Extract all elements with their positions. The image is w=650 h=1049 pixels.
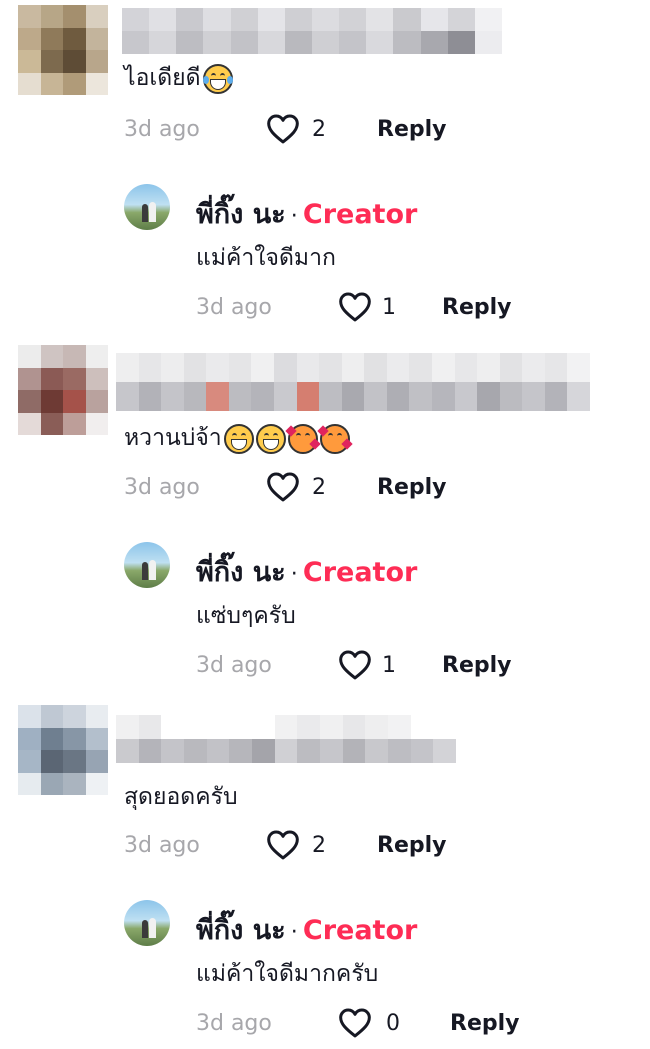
like-button[interactable]: 2 [266, 830, 336, 866]
like-count: 0 [386, 1011, 400, 1036]
separator-dot: · [290, 204, 298, 229]
reply-button[interactable]: Reply [442, 653, 512, 678]
comment-text-body: หวานบ่จ้า [124, 425, 222, 451]
smiling-face-with-hearts-icon [285, 423, 321, 454]
smiling-face-with-hearts-icon [317, 423, 353, 454]
reply-author-line: พี่กิ๊ง นะ · Creator [196, 908, 417, 951]
like-button[interactable]: 2 [266, 114, 336, 150]
like-count: 2 [312, 475, 326, 500]
grinning-face-icon [223, 423, 254, 454]
like-count: 1 [382, 295, 396, 320]
reply-like-button[interactable]: 0 [338, 1008, 408, 1044]
comment-text-body: ไอเดียดี [124, 65, 201, 91]
heart-icon [339, 292, 371, 322]
reply-button[interactable]: Reply [377, 475, 447, 500]
face-with-tears-of-joy-icon [202, 63, 233, 94]
reply-text: แม่ค้าใจดีมากครับ [196, 961, 379, 987]
like-count: 1 [382, 653, 396, 678]
reply-author[interactable]: พี่กิ๊ง นะ [196, 557, 286, 588]
creator-badge: Creator [302, 557, 418, 588]
reply-like-button[interactable]: 1 [338, 292, 408, 328]
like-count: 2 [312, 117, 326, 142]
reply-button[interactable]: Reply [377, 117, 447, 142]
heart-icon [267, 830, 299, 860]
reply-button[interactable]: Reply [442, 295, 512, 320]
reply-timestamp: 3d ago [196, 295, 272, 320]
username-pixelated[interactable] [116, 715, 456, 763]
creator-avatar[interactable] [124, 542, 170, 588]
comment-timestamp: 3d ago [124, 833, 200, 858]
creator-avatar[interactable] [124, 900, 170, 946]
reply-author[interactable]: พี่กิ๊ง นะ [196, 199, 286, 230]
reply-like-button[interactable]: 1 [338, 650, 408, 686]
comment-timestamp: 3d ago [124, 117, 200, 142]
like-button[interactable]: 2 [266, 472, 336, 508]
heart-icon [267, 472, 299, 502]
reply-button[interactable]: Reply [377, 833, 447, 858]
avatar-pixelated[interactable] [18, 345, 108, 435]
comment-item: ไอเดียดี 3d ago 2 Reply พี่กิ๊ง นะ · Cre… [0, 0, 650, 345]
separator-dot: · [290, 920, 298, 945]
avatar-pixelated[interactable] [18, 5, 108, 95]
creator-badge: Creator [302, 199, 418, 230]
heart-icon [339, 650, 371, 680]
username-pixelated[interactable] [122, 8, 502, 54]
creator-badge: Creator [302, 915, 418, 946]
comment-timestamp: 3d ago [124, 475, 200, 500]
separator-dot: · [290, 562, 298, 587]
like-count: 2 [312, 833, 326, 858]
comment-text: ไอเดียดี [124, 60, 233, 96]
reply-timestamp: 3d ago [196, 1011, 272, 1036]
reply-text: แซ่บๆครับ [196, 603, 296, 629]
reply-text: แม่ค้าใจดีมาก [196, 245, 336, 271]
reply-button[interactable]: Reply [450, 1011, 520, 1036]
comment-text: หวานบ่จ้า [124, 420, 353, 456]
avatar-pixelated[interactable] [18, 705, 108, 795]
username-pixelated[interactable] [116, 353, 590, 411]
heart-icon [339, 1008, 371, 1038]
reply-author[interactable]: พี่กิ๊ง นะ [196, 915, 286, 946]
heart-icon [267, 114, 299, 144]
comment-text: สุดยอดครับ [124, 784, 238, 810]
creator-avatar[interactable] [124, 184, 170, 230]
reply-author-line: พี่กิ๊ง นะ · Creator [196, 192, 417, 235]
reply-timestamp: 3d ago [196, 653, 272, 678]
comment-item: สุดยอดครับ 3d ago 2 Reply พี่กิ๊ง นะ · C… [0, 705, 650, 1049]
grinning-face-icon [255, 423, 286, 454]
reply-author-line: พี่กิ๊ง นะ · Creator [196, 550, 417, 593]
comment-item: หวานบ่จ้า 3d ago 2 Reply พี่กิ๊ง นะ · Cr… [0, 345, 650, 705]
